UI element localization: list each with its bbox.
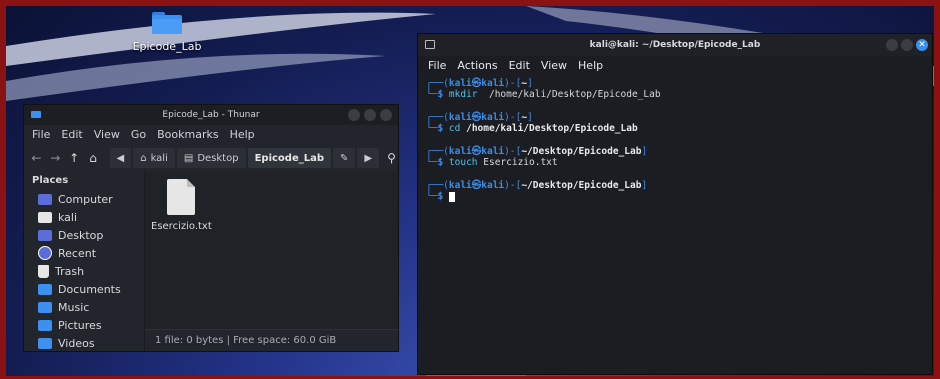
- sidebar-item-videos[interactable]: Videos: [24, 334, 144, 351]
- up-arrow-icon[interactable]: ↑: [68, 151, 81, 165]
- computer-icon: [38, 193, 52, 205]
- menu-edit[interactable]: Edit: [61, 125, 82, 145]
- sidebar-item-pictures[interactable]: Pictures: [24, 316, 144, 334]
- menu-go[interactable]: Go: [131, 125, 146, 145]
- file-item[interactable]: Esercizio.txt: [151, 179, 212, 232]
- sidebar-item-kali[interactable]: kali: [24, 208, 144, 226]
- maximize-button[interactable]: [901, 39, 913, 51]
- prompt-block: ┌──(kali㉿kali)-[~] └─$ cd /home/kali/Des…: [426, 112, 638, 134]
- thunar-menubar: File Edit View Go Bookmarks Help: [24, 125, 398, 145]
- thunar-window: Epicode_Lab - Thunar File Edit View Go B…: [23, 104, 399, 352]
- terminal-window: kali@kali: ~/Desktop/Epicode_Lab ✕ File …: [417, 33, 933, 375]
- home-icon[interactable]: ⌂: [87, 151, 100, 165]
- prompt-block: ┌──(kali㉿kali)-[~/Desktop/Epicode_Lab] └…: [426, 180, 648, 202]
- menu-file[interactable]: File: [32, 125, 50, 145]
- videos-folder-icon: [38, 337, 52, 349]
- terminal-menubar: File Actions Edit View Help: [418, 56, 932, 76]
- sidebar-item-recent[interactable]: Recent: [24, 244, 144, 262]
- prompt-block: ┌──(kali㉿kali)-[~/Desktop/Epicode_Lab] └…: [426, 146, 648, 168]
- back-arrow-icon[interactable]: ←: [30, 151, 43, 165]
- sidebar-item-documents[interactable]: Documents: [24, 280, 144, 298]
- status-bar: 1 file: 0 bytes | Free space: 60.0 GiB: [145, 329, 398, 351]
- terminal-output[interactable]: ┌──(kali㉿kali)-[~] └─$ mkdir /home/kali/…: [418, 76, 932, 216]
- folder-app-icon: [31, 111, 41, 118]
- minimize-button[interactable]: [348, 109, 360, 121]
- sidebar-item-trash[interactable]: Trash: [24, 262, 144, 280]
- breadcrumb: ◀ ⌂ kali ▤ Desktop Epicode_Lab ✎ ▶: [109, 148, 380, 168]
- prompt-block: ┌──(kali㉿kali)-[~] └─$ mkdir /home/kali/…: [426, 78, 661, 100]
- desktop-icon: [38, 229, 52, 241]
- close-button[interactable]: [380, 109, 392, 121]
- desktop-icon-label: Epicode_Lab: [132, 40, 202, 53]
- forward-arrow-icon[interactable]: →: [49, 151, 62, 165]
- menu-help[interactable]: Help: [578, 56, 603, 76]
- text-file-icon: [167, 179, 195, 215]
- edit-path-icon[interactable]: ✎: [333, 148, 356, 168]
- file-name: Esercizio.txt: [151, 221, 212, 232]
- menu-view[interactable]: View: [541, 56, 567, 76]
- minimize-button[interactable]: [886, 39, 898, 51]
- music-folder-icon: [38, 301, 52, 313]
- recent-icon: [38, 246, 52, 260]
- desktop-folder-epicode-lab[interactable]: Epicode_Lab: [127, 12, 207, 53]
- thunar-title: Epicode_Lab - Thunar: [162, 110, 260, 120]
- desktop-icon: ▤: [183, 152, 194, 164]
- menu-help[interactable]: Help: [230, 125, 255, 145]
- terminal-title: kali@kali: ~/Desktop/Epicode_Lab: [589, 40, 761, 50]
- maximize-button[interactable]: [364, 109, 376, 121]
- pictures-folder-icon: [38, 319, 52, 331]
- documents-folder-icon: [38, 283, 52, 295]
- terminal-icon: [425, 40, 435, 49]
- places-sidebar: Places Computer kali Desktop Recent Tras…: [24, 171, 145, 351]
- search-icon[interactable]: ⚲: [385, 151, 398, 165]
- menu-actions[interactable]: Actions: [457, 56, 497, 76]
- menu-file[interactable]: File: [428, 56, 446, 76]
- path-scroll-left-icon[interactable]: ◀: [109, 148, 132, 168]
- text-cursor: [448, 191, 455, 202]
- close-button[interactable]: ✕: [916, 39, 928, 51]
- trash-icon: [38, 264, 49, 278]
- sidebar-item-desktop[interactable]: Desktop: [24, 226, 144, 244]
- menu-edit[interactable]: Edit: [509, 56, 530, 76]
- home-icon: ⌂: [140, 152, 147, 164]
- places-header: Places: [32, 175, 69, 186]
- file-view[interactable]: Esercizio.txt: [145, 171, 398, 329]
- path-segment-epicode-lab[interactable]: Epicode_Lab: [247, 148, 332, 168]
- thunar-titlebar[interactable]: Epicode_Lab - Thunar: [24, 105, 398, 125]
- thunar-toolbar: ← → ↑ ⌂ ◀ ⌂ kali ▤ Desktop Epicode_Lab ✎ ▶…: [24, 145, 398, 171]
- sidebar-item-music[interactable]: Music: [24, 298, 144, 316]
- menu-view[interactable]: View: [94, 125, 120, 145]
- path-segment-kali[interactable]: ⌂ kali: [133, 148, 175, 168]
- folder-icon: [152, 12, 182, 34]
- terminal-titlebar[interactable]: kali@kali: ~/Desktop/Epicode_Lab ✕: [418, 34, 932, 56]
- path-scroll-right-icon[interactable]: ▶: [357, 148, 380, 168]
- home-folder-icon: [38, 211, 52, 223]
- path-segment-desktop[interactable]: ▤ Desktop: [176, 148, 246, 168]
- sidebar-item-computer[interactable]: Computer: [24, 190, 144, 208]
- menu-bookmarks[interactable]: Bookmarks: [157, 125, 218, 145]
